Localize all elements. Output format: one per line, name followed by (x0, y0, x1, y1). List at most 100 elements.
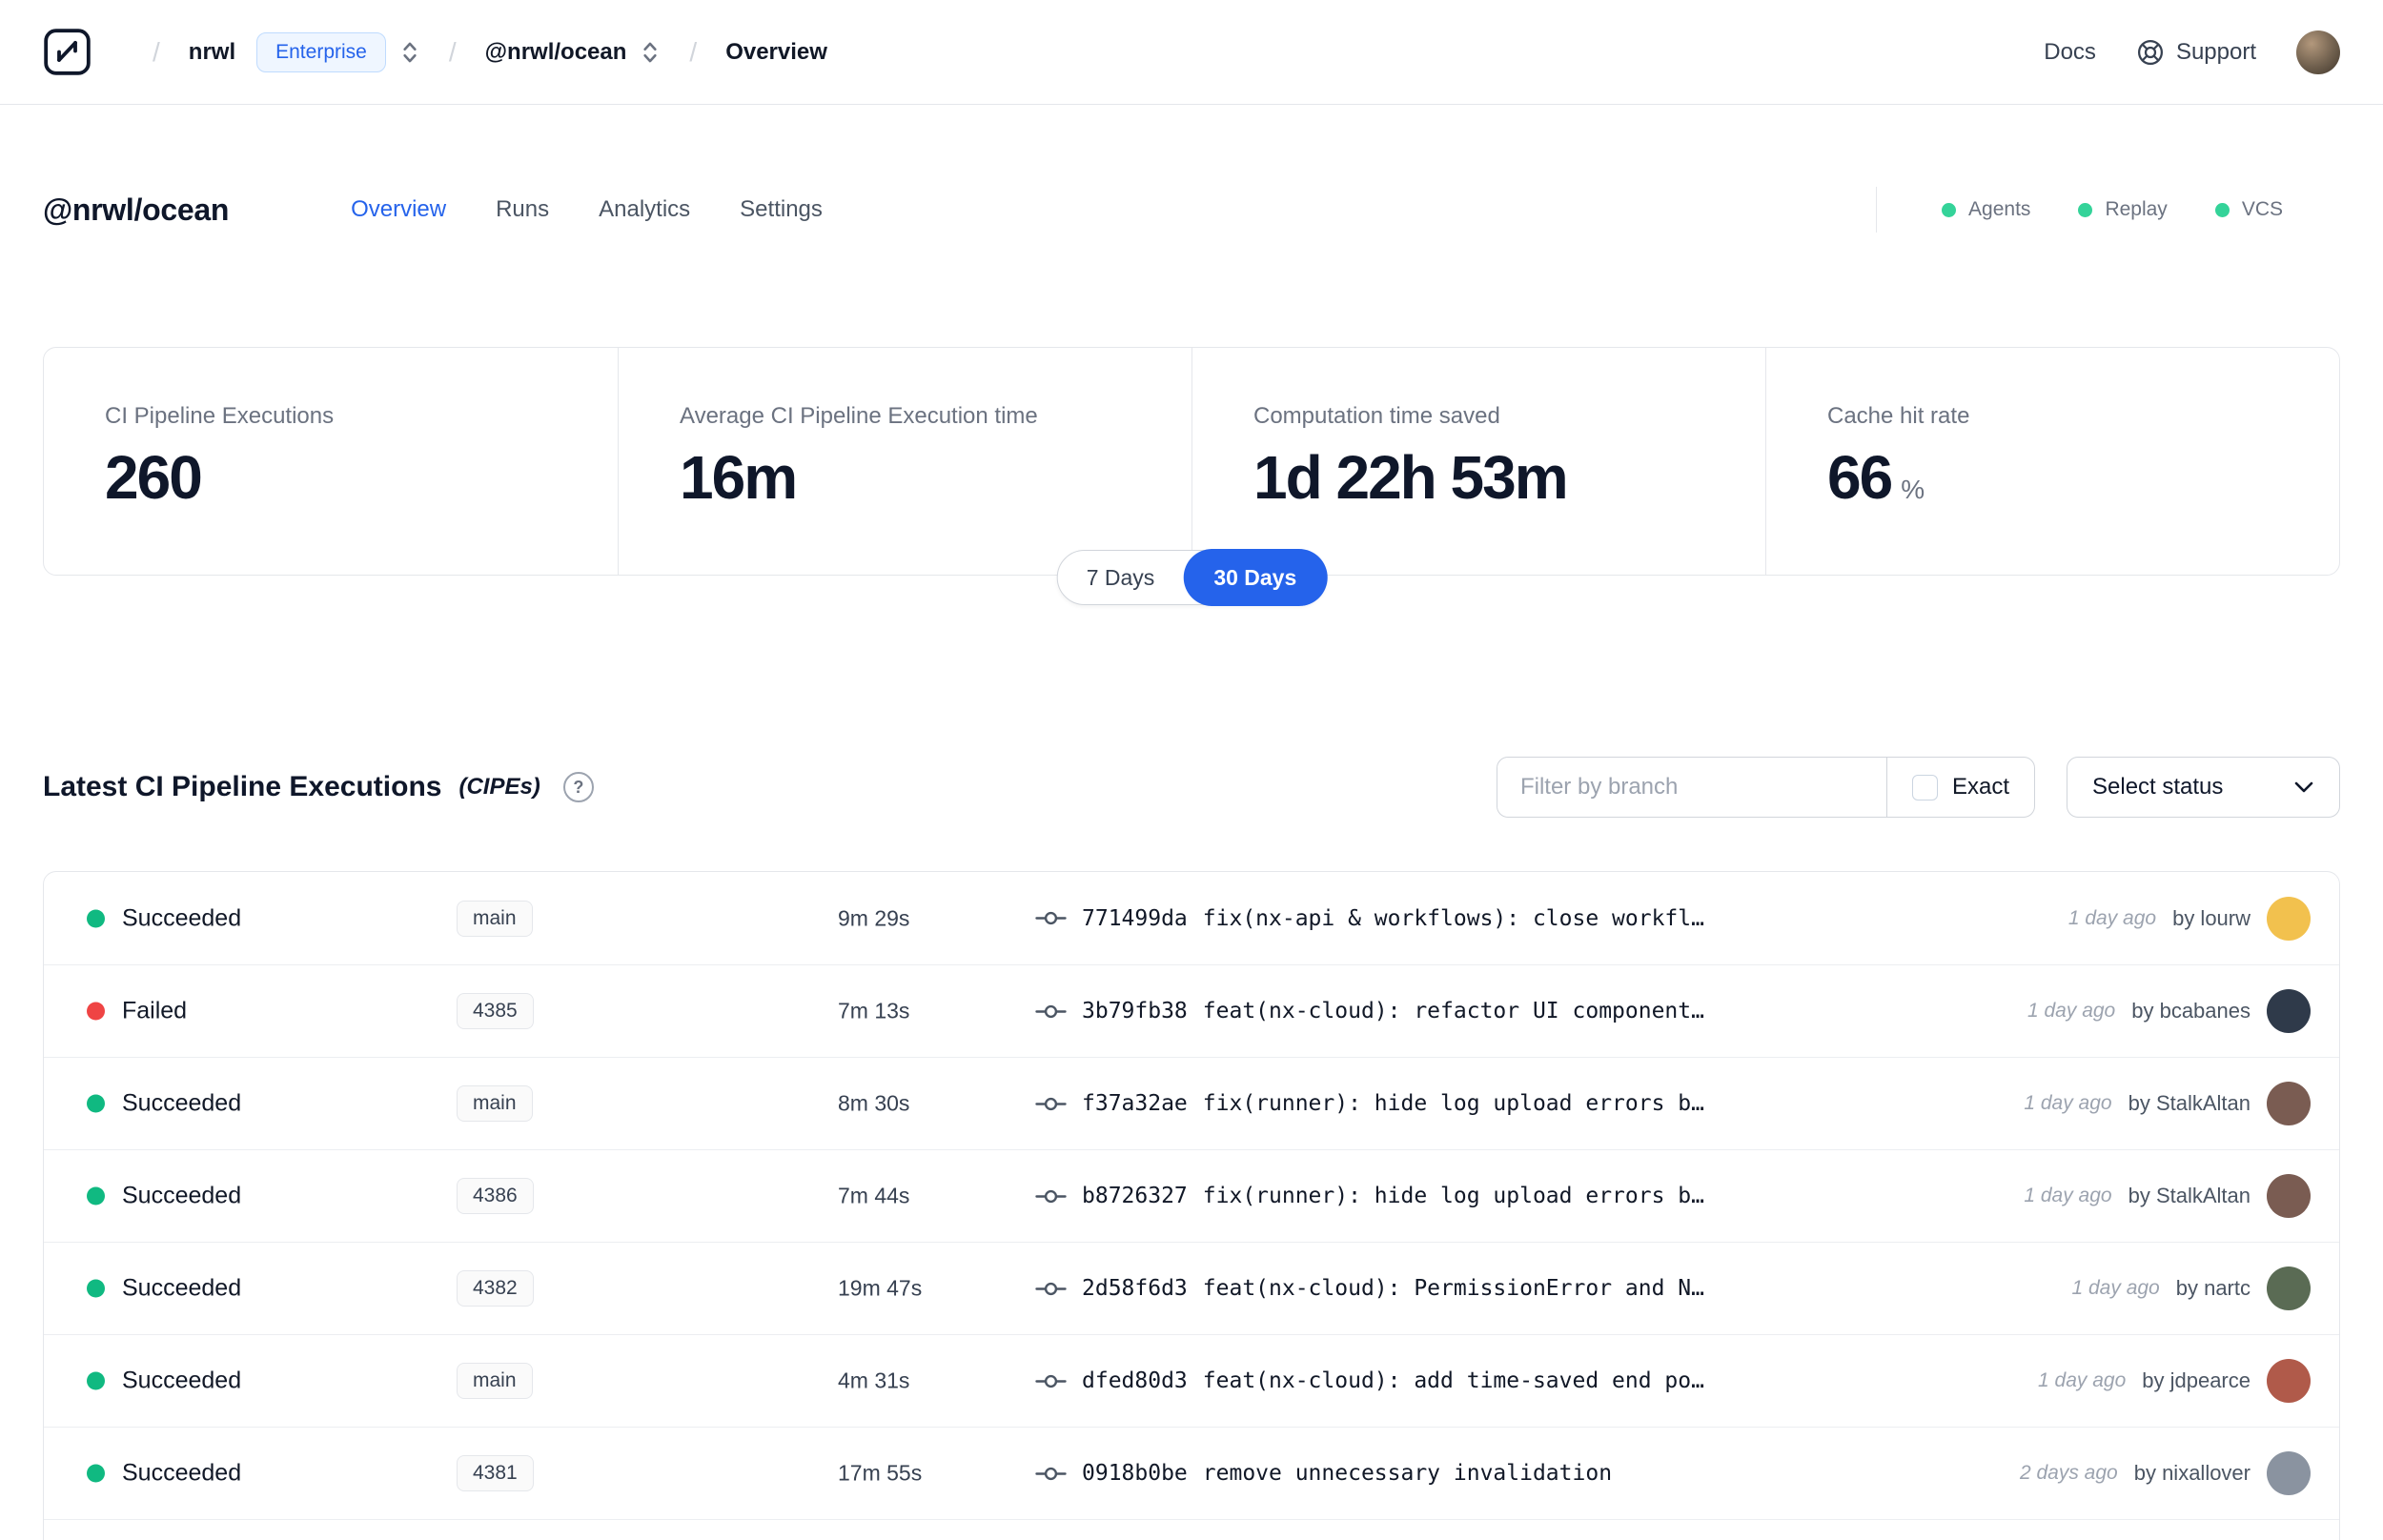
commit-author: by nixallover (2133, 1461, 2251, 1485)
git-commit-icon (1035, 1282, 1067, 1295)
cipe-row[interactable]: Succeeded 4381 17m 55s 0918b0be remove u… (44, 1427, 2339, 1519)
org-switcher-button[interactable] (399, 38, 420, 67)
branch-badge: main (457, 1085, 533, 1122)
status-dot-icon (2214, 202, 2230, 217)
help-icon[interactable]: ? (562, 772, 594, 802)
commit-cell: dfed80d3 feat(nx-cloud): add time-saved … (1035, 1368, 1704, 1393)
commit-author: by nartc (2175, 1276, 2251, 1300)
breadcrumb-separator: / (153, 36, 160, 67)
workspace-name[interactable]: @nrwl/ocean (485, 39, 627, 66)
stat-unit: % (1901, 475, 1925, 504)
status-select-label: Select status (2092, 774, 2224, 800)
commit-meta: 2 days ago by nixallover (2020, 1451, 2311, 1495)
commit-author: by lourw (2172, 905, 2251, 930)
date-range-toggle: 7 Days 30 Days (1056, 549, 1328, 606)
branch-badge: 4381 (457, 1455, 534, 1491)
duration-label: 17m 55s (838, 1460, 923, 1486)
duration-label: 9m 29s (838, 905, 910, 930)
nx-cloud-logo-icon[interactable] (43, 28, 92, 76)
commit-hash: 3b79fb38 (1082, 999, 1188, 1023)
stats-cards: CI Pipeline Executions 260 Average CI Pi… (43, 347, 2340, 576)
status-dot-icon (87, 1002, 105, 1021)
cipe-row[interactable]: Succeeded 4382 19m 47s 2d58f6d3 feat(nx-… (44, 1242, 2339, 1334)
commit-cell: 0918b0be remove unnecessary invalidation (1035, 1461, 1612, 1486)
user-avatar[interactable] (2296, 30, 2340, 74)
tab-analytics[interactable]: Analytics (599, 196, 690, 223)
integration-vcs[interactable]: VCS (2214, 198, 2283, 221)
nav-actions: Docs Support (2044, 30, 2340, 74)
status-dot-icon (87, 1279, 105, 1298)
range-7-days-button[interactable]: 7 Days (1058, 551, 1184, 604)
stat-label: Cache hit rate (1827, 403, 1970, 429)
tab-runs[interactable]: Runs (496, 196, 549, 223)
status-dot-icon (87, 909, 105, 927)
git-commit-icon (1035, 1189, 1067, 1203)
commit-message: fix(runner): hide log upload errors b… (1202, 1184, 1704, 1208)
status-dot-icon (87, 1186, 105, 1206)
breadcrumb-separator: / (448, 36, 457, 67)
commit-meta: 1 day ago by nartc (2071, 1266, 2311, 1310)
commit-author: by StalkAltan (2128, 1184, 2251, 1207)
page-title: @nrwl/ocean (43, 192, 230, 227)
commit-meta: 1 day ago by bcabanes (2027, 989, 2311, 1033)
workspace-tabs: Overview Runs Analytics Settings (351, 196, 823, 223)
status-label: Succeeded (122, 1274, 242, 1302)
cipe-row[interactable]: Succeeded main 8m 30s f37a32ae fix(runne… (44, 1057, 2339, 1149)
cipe-row[interactable]: Succeeded main 4m 31s dfed80d3 feat(nx-c… (44, 1334, 2339, 1427)
support-label: Support (2175, 38, 2256, 65)
branch-filter-input[interactable] (1497, 758, 1886, 817)
commit-cell: 3b79fb38 feat(nx-cloud): refactor UI com… (1035, 999, 1704, 1023)
cipe-row-partial (44, 1519, 2339, 1540)
commit-cell: 771499da fix(nx-api & workflows): close … (1035, 906, 1704, 931)
commit-author: by jdpearce (2142, 1368, 2251, 1392)
stat-card-time-saved: Computation time saved 1d 22h 53m (1192, 348, 1765, 575)
stat-card-cache-hit-rate: Cache hit rate 66% (1765, 348, 2339, 575)
status-dot-icon (87, 1464, 105, 1483)
status-select-button[interactable]: Select status (2067, 757, 2340, 818)
workspace-switcher-button[interactable] (640, 38, 661, 67)
cipe-row[interactable]: Succeeded 4386 7m 44s b8726327 fix(runne… (44, 1149, 2339, 1242)
cipe-row[interactable]: Succeeded main 9m 29s 771499da fix(nx-ap… (44, 872, 2339, 964)
range-30-days-button[interactable]: 30 Days (1183, 549, 1328, 606)
commit-author: by StalkAltan (2128, 1091, 2251, 1115)
chevron-down-icon (2294, 781, 2313, 793)
duration-label: 4m 31s (838, 1368, 910, 1393)
breadcrumb-separator: / (689, 36, 698, 67)
commit-time: 1 day ago (2067, 906, 2157, 929)
exact-filter: Exact (1885, 758, 2034, 817)
stat-label: Computation time saved (1253, 403, 1500, 429)
integration-agents[interactable]: Agents (1942, 198, 2030, 221)
commit-meta: 1 day ago by StalkAltan (2024, 1174, 2311, 1218)
integration-label: Replay (2105, 198, 2168, 220)
tab-settings[interactable]: Settings (740, 196, 823, 223)
commit-message: feat(nx-cloud): PermissionError and N… (1202, 1276, 1704, 1301)
git-commit-icon (1035, 1374, 1067, 1388)
cipes-title-suffix: (CIPEs) (458, 774, 540, 800)
commit-cell: 2d58f6d3 feat(nx-cloud): PermissionError… (1035, 1276, 1704, 1301)
status-dot-icon (87, 1371, 105, 1390)
cipe-row[interactable]: Failed 4385 7m 13s 3b79fb38 feat(nx-clou… (44, 964, 2339, 1057)
breadcrumb: / nrwl Enterprise / @nrwl/ocean / Overvi… (43, 28, 827, 76)
integration-label: VCS (2241, 198, 2283, 220)
stat-card-ci-executions: CI Pipeline Executions 260 (44, 348, 618, 575)
integration-replay[interactable]: Replay (2078, 198, 2168, 221)
support-link[interactable]: Support (2136, 38, 2256, 67)
stat-value: 66% (1827, 443, 2301, 524)
commit-hash: f37a32ae (1082, 1091, 1188, 1116)
commit-message: remove unnecessary invalidation (1202, 1461, 1613, 1486)
tab-overview[interactable]: Overview (351, 196, 446, 223)
docs-link[interactable]: Docs (2044, 39, 2096, 66)
org-name[interactable]: nrwl (189, 39, 235, 66)
row-avatar (2267, 896, 2311, 941)
commit-time: 2 days ago (2019, 1462, 2118, 1484)
status-dot-icon (2078, 202, 2093, 217)
status-label: Succeeded (122, 1367, 242, 1394)
enterprise-badge: Enterprise (256, 31, 386, 72)
exact-checkbox[interactable] (1911, 774, 1938, 800)
row-avatar (2267, 989, 2311, 1033)
cipe-rows: Succeeded main 9m 29s 771499da fix(nx-ap… (44, 872, 2339, 1519)
status-label: Succeeded (122, 1089, 242, 1117)
status-dot-icon (1942, 202, 1957, 217)
commit-hash: 771499da (1082, 905, 1188, 931)
commit-time: 1 day ago (2071, 1277, 2160, 1299)
